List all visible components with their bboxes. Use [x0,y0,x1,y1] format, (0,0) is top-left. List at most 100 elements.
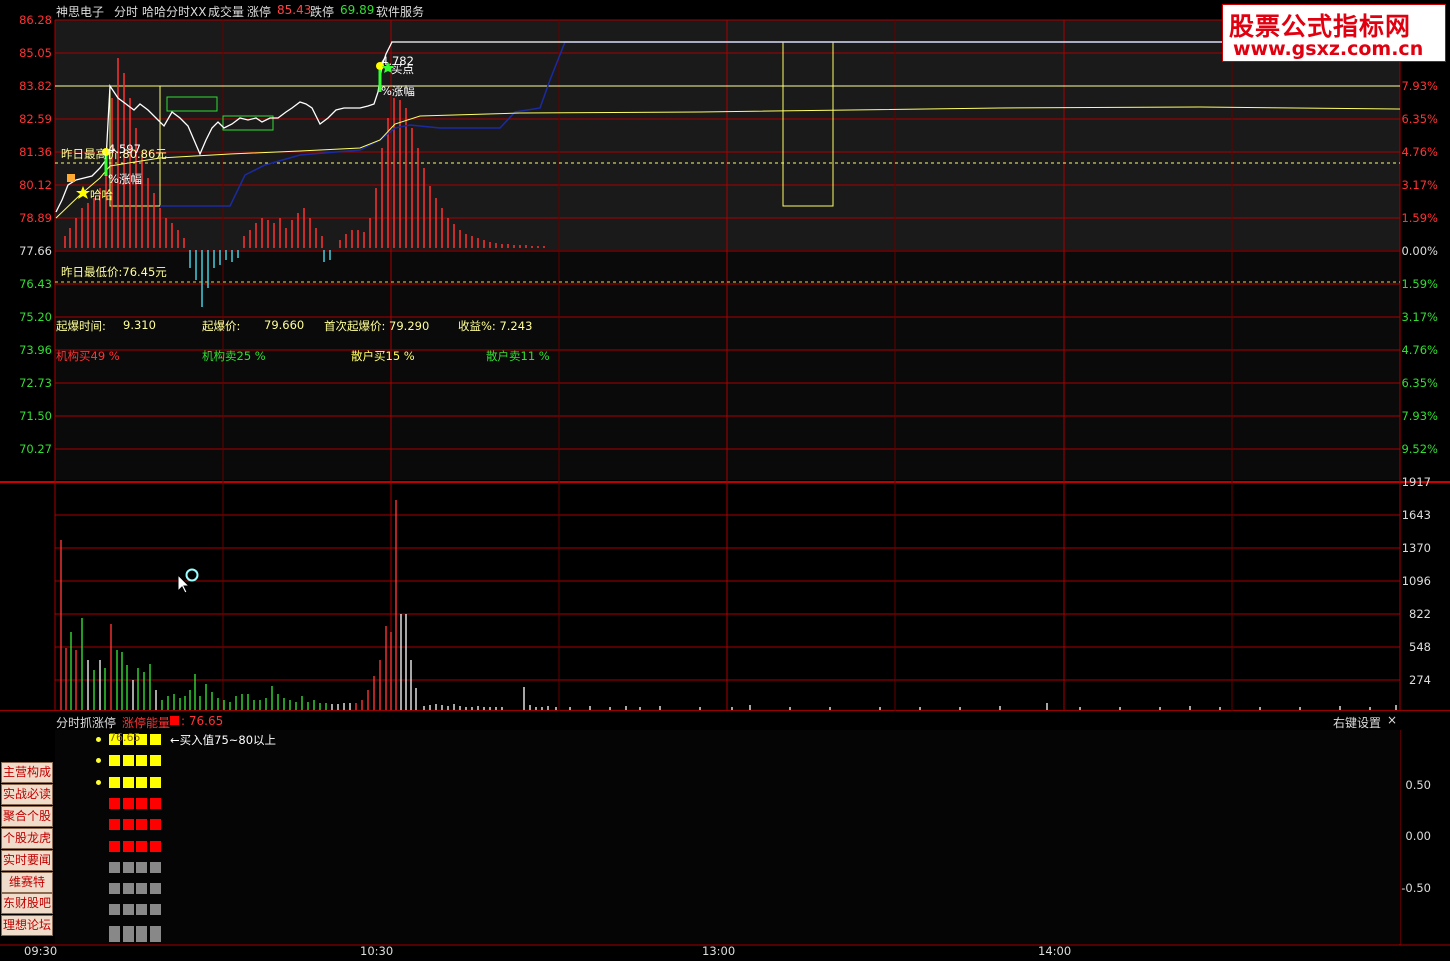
energy-square [149,797,161,809]
energy-square [136,755,147,767]
explode-price-value: 79.660 [264,318,305,332]
price-tick-label: 75.20 [19,310,52,324]
energy-square [149,861,161,873]
energy-square [109,797,120,809]
retail-buy-label: 散户买15 % [351,349,415,363]
price-tick-label: 85.05 [19,46,52,60]
pct-tick-label: 6.35% [1401,112,1438,126]
sidebar-button[interactable]: 主营构成 [1,762,53,783]
energy-square [136,925,147,942]
pct-tick-label: 1.59% [1401,277,1438,291]
energy-square [136,819,147,831]
energy-square [109,840,120,852]
energy-square [109,776,120,788]
energy-square [109,883,120,895]
indicator-tick-label: -0.50 [1401,881,1431,895]
time-tick-label: 13:00 [702,944,736,958]
time-tick-label: 10:30 [360,944,394,958]
explode-price-label: 起爆价: [202,319,241,333]
sidebar-button[interactable]: 个股龙虎 [1,827,53,849]
sidebar-button[interactable]: 东财股吧 [1,893,53,915]
sidebar-button[interactable]: 维赛特10 [1,871,53,908]
price-tick-label: 80.12 [19,178,52,192]
hand-icon [67,174,75,182]
energy-square [109,861,120,873]
price-tick-label: 70.27 [19,442,52,456]
energy-square [109,755,120,767]
energy-square [122,819,134,831]
explode-time-value: 9.310 [123,318,156,332]
energy-square [149,734,161,745]
energy-square [149,776,161,788]
energy-square [122,797,134,809]
sidebar-button[interactable]: 实战必读 [1,783,53,805]
right-click-settings[interactable]: 右键设置 [1333,714,1381,731]
square-value-label: 76.65 [109,731,141,744]
pct-tick-label: 7.93% [1401,79,1438,93]
price-tick-label: 73.96 [19,343,52,357]
energy-square [136,883,147,895]
indicator-tick-label: 0.00 [1405,829,1431,843]
pct-tick-label: 1.59% [1401,211,1438,225]
volume-tick-label: 1096 [1401,574,1431,588]
price-tick-label: 82.59 [19,112,52,126]
volume-tick-label: 548 [1409,640,1431,654]
sidebar-button[interactable]: 实时要闻 [1,849,53,871]
price-tick-label: 76.43 [19,277,52,291]
volume-tick-label: 274 [1409,673,1431,687]
energy-square [122,840,134,852]
energy-square [109,925,120,942]
pct-tick-label: 9.52% [1401,442,1438,456]
indicator-panel-bg [55,730,1400,944]
time-tick-label: 14:00 [1038,944,1072,958]
retail-sell-label: 散户卖11 % [486,349,550,363]
pct-label-2: %涨幅 [381,84,415,98]
energy-square [136,840,147,852]
first-explode-label: 首次起爆价: 79.290 [324,319,430,333]
buy-point-label: 买点 [391,62,414,76]
pct-label-1: %涨幅 [108,172,142,186]
energy-square [136,904,147,916]
energy-square [149,819,161,831]
close-icon[interactable]: × [1387,713,1397,727]
inst-sell-label: 机构卖25 % [202,349,266,363]
energy-square [149,755,161,767]
energy-square [122,904,134,916]
value-597-label: 4.597 [108,142,141,156]
row-marker-dot [96,737,101,742]
buy-hint: ←买入值75~80以上 [170,733,277,747]
watermark-logo: 股票公式指标网 www.gsxz.com.cn [1222,4,1446,62]
energy-square [122,861,134,873]
mouse-cursor-icon [177,568,199,593]
panel-name[interactable]: 分时抓涨停 [56,714,116,731]
energy-square [149,840,161,852]
price-tick-label: 71.50 [19,409,52,423]
energy-square [136,861,147,873]
profit-label: 收益%: 7.243 [458,319,533,333]
volume-tick-label: 1370 [1401,541,1431,555]
energy-square [122,755,134,767]
pct-tick-label: 3.17% [1401,178,1438,192]
price-tick-label: 83.82 [19,79,52,93]
energy-square [149,904,161,916]
explode-time-label: 起爆时间: [56,319,106,333]
pct-tick-label: 6.35% [1401,376,1438,390]
volume-tick-label: 1917 [1401,475,1431,489]
energy-square [122,776,134,788]
energy-square [109,819,120,831]
energy-label: 涨停能量 [122,716,171,730]
inst-buy-label: 机构买49 % [56,349,120,363]
indicator-tick-label: 0.50 [1405,778,1431,792]
chart-canvas[interactable] [0,0,1450,961]
sidebar-button[interactable]: 聚合个股 [1,805,53,827]
volume-tick-label: 822 [1409,607,1431,621]
pct-tick-label: 7.93% [1401,409,1438,423]
row-marker-dot [96,779,101,785]
watermark-url: www.gsxz.com.cn [1233,38,1424,60]
sidebar-button[interactable]: 理想论坛 [1,915,53,937]
energy-square [149,925,161,942]
energy-square [136,776,147,788]
energy-color-swatch [170,716,179,725]
price-tick-label: 81.36 [19,145,52,159]
volume-tick-label: 1643 [1401,508,1431,522]
